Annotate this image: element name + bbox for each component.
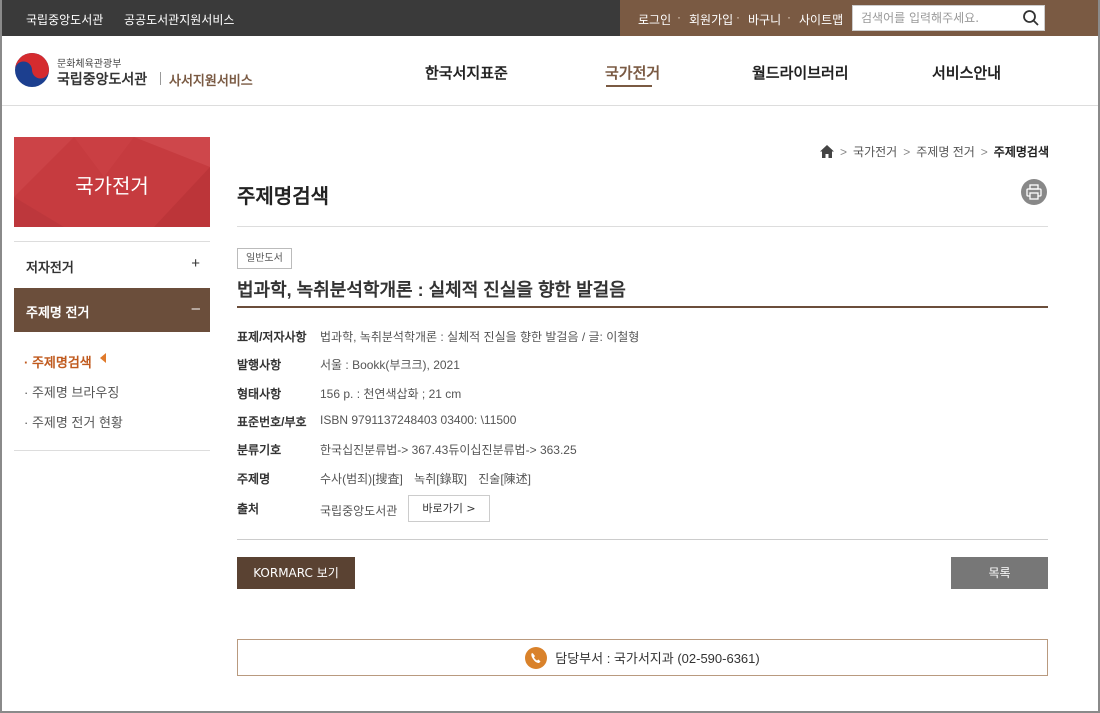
- window-frame: [0, 0, 1100, 713]
